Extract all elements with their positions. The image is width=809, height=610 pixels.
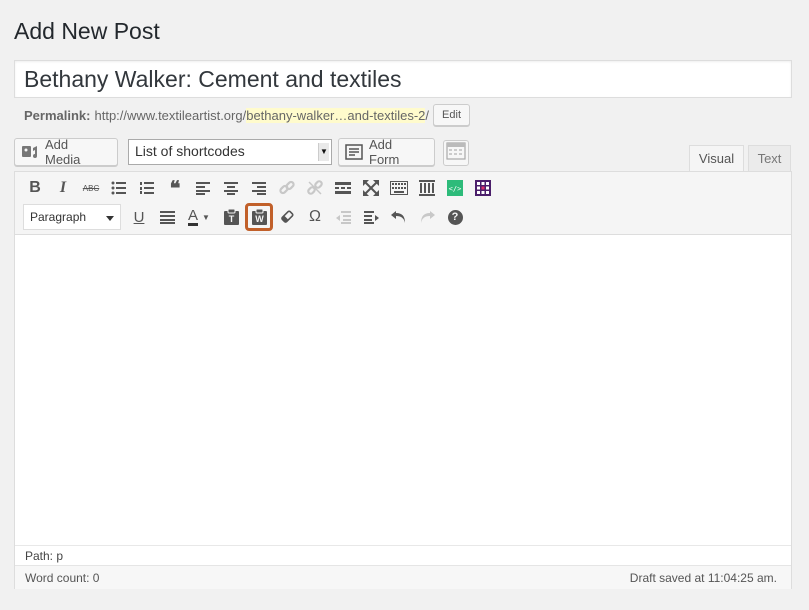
columns-icon[interactable] (413, 174, 441, 202)
calendar-button[interactable] (443, 140, 469, 166)
format-selected-value: Paragraph (30, 210, 87, 224)
add-media-button[interactable]: Add Media (14, 137, 118, 167)
media-icon (21, 144, 39, 160)
chevron-down-icon: ▼ (202, 212, 210, 222)
add-media-label: Add Media (45, 137, 81, 167)
permalink-label: Permalink: (24, 107, 91, 123)
text-color-icon[interactable]: A ▼ (181, 203, 217, 231)
editor: B I ABC ❝ </> Paragraph U A ▼ T W Ω ? Pa… (14, 171, 792, 589)
toolbar-toggle-icon[interactable] (385, 174, 413, 202)
redo-icon[interactable] (413, 203, 441, 231)
permalink-trail: / (425, 107, 430, 123)
unlink-icon[interactable] (301, 174, 329, 202)
word-count: Word count: 0 (25, 571, 100, 585)
svg-text:W: W (255, 214, 264, 224)
blockquote-icon[interactable]: ❝ (161, 174, 189, 202)
underline-icon[interactable]: U (125, 203, 153, 231)
toolbar-row-2: Paragraph U A ▼ T W Ω ? (21, 203, 469, 231)
tab-visual[interactable]: Visual (689, 145, 744, 172)
editor-path: Path: p (15, 545, 791, 565)
link-icon[interactable] (273, 174, 301, 202)
svg-text:</>: </> (449, 185, 462, 193)
read-more-icon[interactable] (329, 174, 357, 202)
permalink-edit-button[interactable]: Edit (433, 104, 471, 126)
help-icon[interactable]: ? (441, 203, 469, 231)
undo-icon[interactable] (385, 203, 413, 231)
form-icon (345, 144, 363, 160)
page-title: Add New Post (14, 18, 160, 44)
help-glyph: ? (447, 209, 463, 225)
bullet-list-icon[interactable] (105, 174, 133, 202)
shortcodes-select[interactable]: List of shortcodes ▼ (128, 139, 332, 165)
editor-toolbar: B I ABC ❝ </> Paragraph U A ▼ T W Ω ? (15, 172, 791, 235)
strikethrough-icon[interactable]: ABC (77, 174, 105, 202)
outdent-icon[interactable] (329, 203, 357, 231)
shortcodes-selected-value: List of shortcodes (135, 143, 245, 159)
toolbar-row-1: B I ABC ❝ </> (21, 174, 497, 202)
numbered-list-icon[interactable] (133, 174, 161, 202)
media-buttons-row: Add Media List of shortcodes ▼ Add Form (14, 137, 794, 167)
permalink-slug[interactable]: bethany-walker…and-textiles-2 (246, 107, 426, 123)
italic-icon[interactable]: I (49, 174, 77, 202)
fullscreen-icon[interactable] (357, 174, 385, 202)
grid-plugin-icon[interactable] (469, 174, 497, 202)
tab-text[interactable]: Text (748, 145, 791, 172)
editor-content-area[interactable] (15, 236, 791, 545)
align-left-icon[interactable] (189, 174, 217, 202)
format-select[interactable]: Paragraph (23, 204, 121, 230)
permalink-row: Permalink: http://www.textileartist.org/… (24, 104, 471, 126)
clear-formatting-icon[interactable] (273, 203, 301, 231)
paste-text-icon[interactable]: T (217, 203, 245, 231)
special-character-icon[interactable]: Ω (301, 203, 329, 231)
align-right-icon[interactable] (245, 174, 273, 202)
post-title-input[interactable]: Bethany Walker: Cement and textiles (14, 60, 792, 98)
indent-icon[interactable] (357, 203, 385, 231)
add-form-button[interactable]: Add Form (338, 137, 435, 167)
justify-icon[interactable] (153, 203, 181, 231)
calendar-icon (446, 141, 466, 165)
align-center-icon[interactable] (217, 174, 245, 202)
draft-status: Draft saved at 11:04:25 am. (629, 571, 777, 585)
chevron-down-icon: ▼ (318, 143, 329, 161)
code-embed-icon[interactable]: </> (441, 174, 469, 202)
bold-icon[interactable]: B (21, 174, 49, 202)
permalink-base: http://www.textileartist.org/ (94, 107, 247, 123)
svg-text:T: T (228, 214, 234, 224)
editor-status-bar: Word count: 0 Draft saved at 11:04:25 am… (15, 565, 791, 589)
add-form-label: Add Form (369, 137, 400, 167)
text-color-glyph: A (188, 206, 199, 226)
paste-from-word-icon[interactable]: W (245, 203, 273, 231)
